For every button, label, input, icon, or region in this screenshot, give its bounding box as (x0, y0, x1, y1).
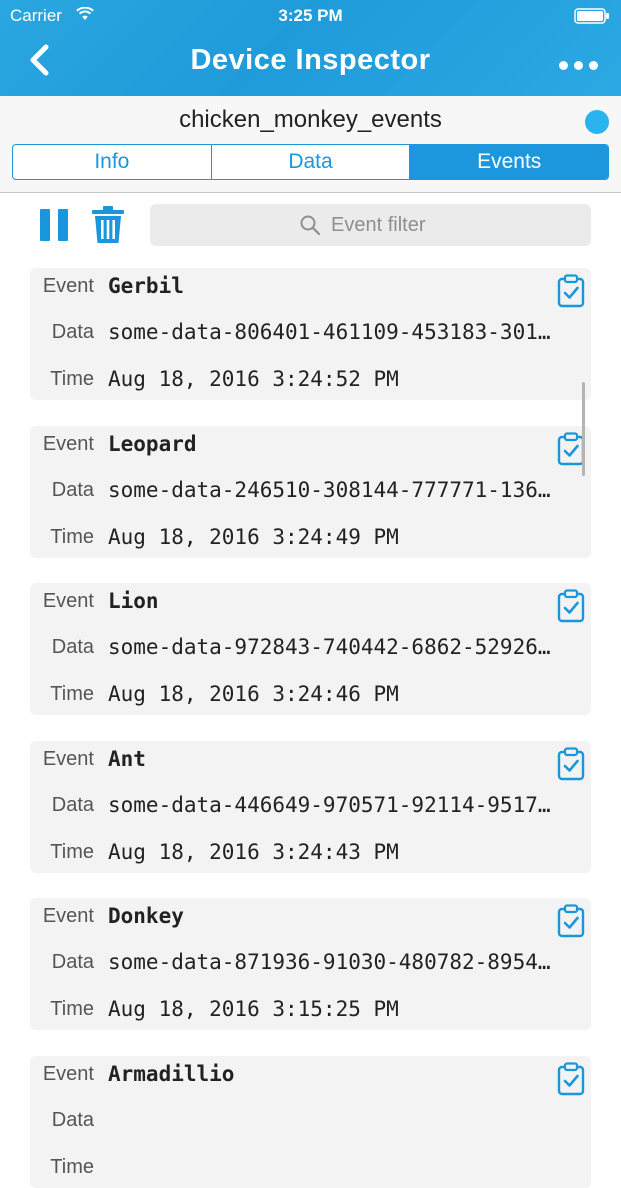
event-data-label: Data (51, 478, 94, 501)
header: Carrier 3:25 PM Device Inspector (0, 0, 621, 96)
event-time: Aug 18, 2016 3:24:52 PM (108, 367, 399, 391)
trash-icon (92, 206, 124, 243)
event-time: Aug 18, 2016 3:15:25 PM (108, 997, 399, 1021)
event-time-label: Time (50, 1155, 94, 1178)
event-data-label: Data (51, 951, 94, 973)
tab-data[interactable]: Data (212, 145, 411, 179)
ellipsis-icon (559, 61, 568, 70)
event-card[interactable]: Event Donkey Data some-data-871936-91030-48… (30, 898, 591, 1030)
event-time-label: Time (50, 368, 94, 390)
page-title: Device Inspector (190, 44, 431, 76)
clipboard-check-icon[interactable] (557, 274, 585, 308)
event-time-label: Time (50, 840, 94, 863)
event-data-label: Data (51, 793, 94, 816)
event-name: Leopard (108, 431, 197, 456)
event-data: some-data-806401-461109-453183-301… (108, 320, 551, 344)
event-card[interactable]: Event Leopard Data some-data-246510-308144-… (30, 425, 591, 558)
event-card[interactable]: Event Armadillio Data Time (30, 1055, 591, 1188)
event-data: some-data-972843-740442-6862-52926… (108, 635, 551, 659)
search-icon (300, 215, 321, 236)
event-name: Lion (108, 589, 159, 613)
event-event-label: Event (42, 275, 94, 297)
clipboard-check-icon[interactable] (557, 431, 585, 466)
event-data: some-data-446649-970571-92114-9517… (108, 792, 551, 817)
event-time-label: Time (50, 683, 94, 705)
device-status-indicator (585, 110, 609, 134)
event-card[interactable]: Event Gerbil Data some-data-806401-461109-4… (30, 268, 591, 400)
event-name: Gerbil (108, 274, 184, 298)
status-time: 3:25 PM (278, 6, 343, 25)
tab-info[interactable]: Info (13, 145, 212, 179)
status-bar: Carrier 3:25 PM (0, 0, 621, 32)
more-options-button[interactable] (559, 58, 599, 74)
clear-events-button[interactable] (90, 205, 126, 245)
event-time: Aug 18, 2016 3:24:49 PM (108, 524, 399, 549)
event-time: Aug 18, 2016 3:24:46 PM (108, 682, 399, 706)
event-data-label: Data (51, 1108, 94, 1131)
event-data: some-data-246510-308144-777771-136… (108, 477, 551, 502)
clipboard-check-icon[interactable] (557, 746, 585, 781)
pause-button[interactable] (40, 209, 68, 241)
event-filter-input[interactable]: Event filter (150, 204, 591, 246)
event-event-label: Event (42, 432, 94, 455)
event-time-label: Time (50, 998, 94, 1020)
device-bar: chicken_monkey_events Info Data Events (0, 96, 621, 193)
device-name: chicken_monkey_events (179, 106, 442, 133)
event-time-label: Time (50, 525, 94, 548)
event-card[interactable]: Event Ant Data some-data-446649-970571-9211… (30, 740, 591, 873)
event-data-label: Data (51, 636, 94, 658)
event-name: Ant (108, 746, 146, 771)
event-data: some-data-871936-91030-480782-8954… (108, 950, 551, 974)
event-data-label: Data (51, 321, 94, 343)
event-name: Armadillio (108, 1061, 235, 1086)
clipboard-check-icon[interactable] (557, 589, 585, 623)
event-event-label: Event (42, 747, 94, 770)
tab-events[interactable]: Events (410, 145, 608, 179)
event-filter-placeholder: Event filter (331, 213, 426, 236)
event-event-label: Event (42, 1062, 94, 1085)
event-card[interactable]: Event Lion Data some-data-972843-740442-686… (30, 583, 591, 715)
event-event-label: Event (42, 590, 94, 612)
event-event-label: Event (42, 905, 94, 927)
scrollbar[interactable] (582, 382, 585, 476)
pause-icon (40, 209, 50, 241)
tab-bar: Info Data Events (12, 144, 609, 180)
event-time: Aug 18, 2016 3:24:43 PM (108, 839, 399, 864)
battery-icon (574, 8, 609, 24)
event-name: Donkey (108, 904, 184, 928)
clipboard-check-icon[interactable] (557, 1061, 585, 1096)
clipboard-check-icon[interactable] (557, 904, 585, 938)
